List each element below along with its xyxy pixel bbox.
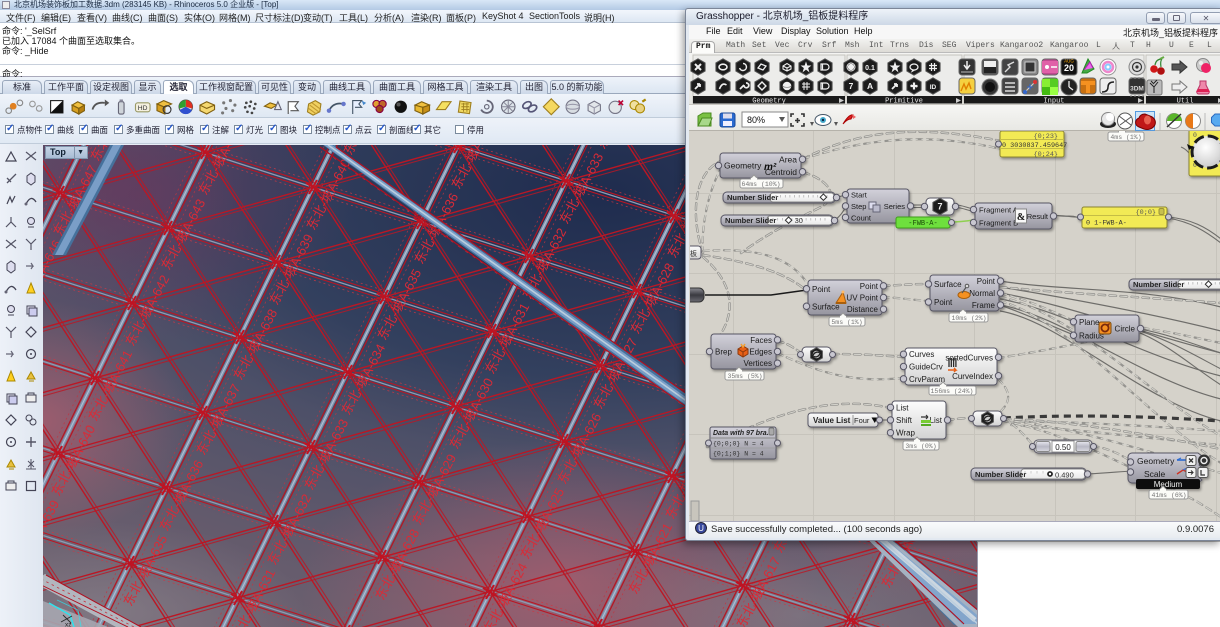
svg-text:Surface: Surface bbox=[934, 280, 962, 289]
svg-text:0.50: 0.50 bbox=[1055, 443, 1071, 452]
svg-text:Fragment B: Fragment B bbox=[979, 219, 1018, 228]
svg-text:Number Slider: Number Slider bbox=[725, 216, 776, 225]
svg-text:Number Slider: Number Slider bbox=[727, 193, 778, 202]
svg-text:{0;0;0} N = 4: {0;0;0} N = 4 bbox=[713, 441, 764, 448]
svg-text:Faces: Faces bbox=[750, 336, 772, 345]
svg-text:7: 7 bbox=[937, 202, 942, 212]
svg-text:Point: Point bbox=[977, 277, 996, 286]
svg-text:ID: ID bbox=[930, 84, 937, 91]
svg-text:3DM: 3DM bbox=[1130, 86, 1144, 93]
svg-text:30: 30 bbox=[795, 216, 803, 225]
svg-text:{0;0}: {0;0} bbox=[1136, 209, 1156, 217]
svg-text:Normal: Normal bbox=[969, 289, 995, 298]
svg-text:80%: 80% bbox=[747, 115, 765, 125]
svg-text:10ms (2%): 10ms (2%) bbox=[951, 315, 986, 322]
svg-text:sortedCurves: sortedCurves bbox=[945, 353, 993, 362]
svg-text:Number Slider: Number Slider bbox=[1133, 280, 1184, 289]
svg-text:AUG: AUG bbox=[1064, 59, 1074, 64]
svg-text:Wrap: Wrap bbox=[896, 429, 916, 438]
svg-text:4ms (1%): 4ms (1%) bbox=[1110, 134, 1141, 141]
svg-text:A: A bbox=[867, 81, 873, 91]
svg-text:Shift: Shift bbox=[896, 416, 913, 425]
svg-text:3ms (0%): 3ms (0%) bbox=[905, 443, 936, 450]
svg-text:板: 板 bbox=[690, 249, 697, 258]
svg-text:Geometry: Geometry bbox=[1137, 456, 1175, 466]
svg-text:Distance: Distance bbox=[847, 305, 879, 314]
svg-text:Edges: Edges bbox=[749, 348, 772, 357]
svg-text:156ms (24%): 156ms (24%) bbox=[931, 388, 974, 395]
svg-text:Scale: Scale bbox=[1144, 469, 1166, 479]
svg-text:HD: HD bbox=[138, 105, 148, 112]
svg-text:Value List: Value List bbox=[813, 416, 851, 425]
svg-text:Four: Four bbox=[854, 416, 870, 425]
svg-text:Area: Area bbox=[779, 154, 797, 164]
svg-text:Brep: Brep bbox=[715, 348, 732, 357]
svg-text:Point: Point bbox=[934, 298, 953, 307]
svg-text:5ms (1%): 5ms (1%) bbox=[831, 319, 862, 326]
svg-text:Point: Point bbox=[860, 282, 879, 291]
svg-text:Start: Start bbox=[851, 191, 868, 200]
svg-text:41ms (6%): 41ms (6%) bbox=[1151, 492, 1186, 499]
svg-text:m²: m² bbox=[764, 162, 777, 173]
svg-text:Medium: Medium bbox=[1154, 480, 1183, 489]
svg-text:List: List bbox=[930, 416, 943, 425]
svg-text:UV Point: UV Point bbox=[846, 294, 878, 303]
svg-text:Data with 97 bra...: Data with 97 bra... bbox=[713, 430, 773, 437]
svg-text:0.1: 0.1 bbox=[865, 65, 875, 72]
svg-text:0 3030837.459647: 0 3030837.459647 bbox=[1002, 142, 1067, 150]
svg-text:0: 0 bbox=[1193, 132, 1197, 139]
svg-text:35ms (5%): 35ms (5%) bbox=[727, 373, 762, 380]
svg-text:Number Slider: Number Slider bbox=[975, 470, 1026, 479]
svg-text:Count: Count bbox=[851, 213, 872, 222]
svg-text:Circle: Circle bbox=[1115, 325, 1136, 334]
svg-text:{0;23}: {0;23} bbox=[1034, 133, 1058, 141]
svg-text:64ms (10%): 64ms (10%) bbox=[741, 181, 780, 188]
svg-text:Frame: Frame bbox=[972, 301, 996, 310]
svg-text:0 1-FWB-A-: 0 1-FWB-A- bbox=[1086, 220, 1127, 228]
svg-text:Geometry: Geometry bbox=[724, 161, 762, 171]
svg-text:{0;24}: {0;24} bbox=[1034, 151, 1058, 159]
svg-text:20: 20 bbox=[1064, 63, 1074, 73]
svg-text:Surface: Surface bbox=[812, 302, 840, 311]
svg-text:CrvParam: CrvParam bbox=[909, 375, 945, 384]
svg-text:Point: Point bbox=[812, 285, 831, 294]
svg-text:0.490: 0.490 bbox=[1055, 471, 1074, 480]
svg-text:7: 7 bbox=[849, 81, 854, 91]
svg-text:Series: Series bbox=[884, 202, 906, 211]
svg-text:Fragment A: Fragment A bbox=[979, 206, 1018, 215]
svg-text:GuideCrv: GuideCrv bbox=[909, 363, 943, 372]
svg-text:-FWB-A-: -FWB-A- bbox=[908, 220, 937, 228]
svg-text:Vertices: Vertices bbox=[744, 359, 772, 368]
svg-text:{0;1;0} N = 4: {0;1;0} N = 4 bbox=[713, 451, 764, 458]
svg-text:U: U bbox=[698, 524, 704, 533]
svg-text:List: List bbox=[896, 403, 909, 412]
svg-text:Step: Step bbox=[851, 202, 866, 211]
svg-text:CurveIndex: CurveIndex bbox=[952, 372, 993, 381]
svg-text:Result: Result bbox=[1027, 212, 1049, 221]
svg-text:&: & bbox=[1017, 212, 1025, 223]
svg-text:Curves: Curves bbox=[909, 350, 934, 359]
svg-text:xz: xz bbox=[65, 622, 72, 627]
svg-text:Plane: Plane bbox=[1079, 318, 1100, 327]
